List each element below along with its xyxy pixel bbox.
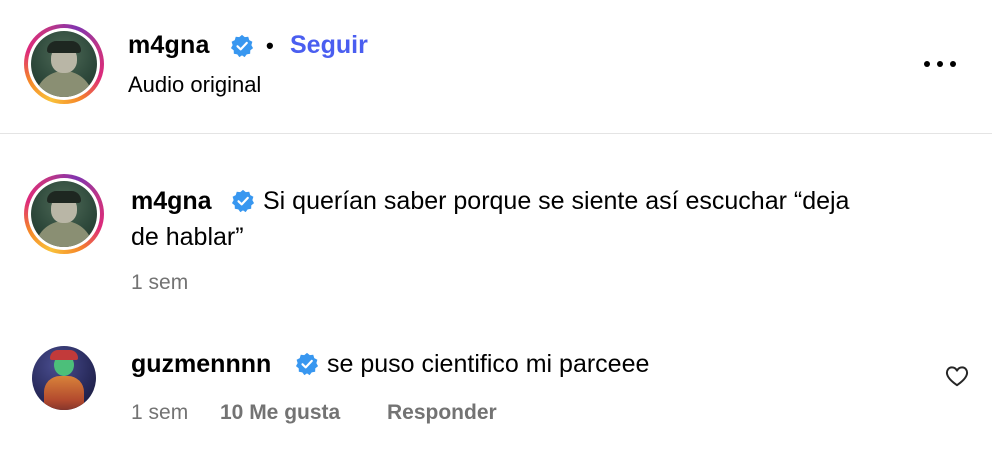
caption-text-line2: de hablar” — [131, 223, 244, 251]
more-options-icon[interactable] — [924, 59, 958, 69]
reply-button[interactable]: Responder — [387, 401, 497, 425]
caption-timestamp[interactable]: 1 sem — [131, 271, 188, 295]
header-separator: • — [266, 33, 274, 58]
commenter-username[interactable]: guzmennnn — [131, 346, 271, 382]
verified-badge-icon — [295, 352, 319, 376]
verified-badge-icon — [230, 34, 254, 58]
comment-timestamp[interactable]: 1 sem — [131, 401, 188, 425]
comment-text: se puso cientifico mi parceee — [327, 350, 650, 378]
commenter-avatar[interactable] — [32, 346, 96, 410]
caption-author-avatar[interactable] — [24, 174, 104, 254]
verified-badge-icon — [231, 189, 255, 213]
header-username[interactable]: m4gna — [128, 31, 210, 60]
author-avatar-photo — [31, 31, 97, 97]
author-avatar[interactable] — [24, 24, 104, 104]
comment-likes-count[interactable]: 10 Me gusta — [220, 401, 340, 425]
heart-icon[interactable] — [945, 365, 969, 387]
caption-author-avatar-photo — [31, 181, 97, 247]
caption-username[interactable]: m4gna — [131, 183, 212, 219]
audio-original-link[interactable]: Audio original — [128, 72, 261, 98]
caption-text-line1: Si querían saber porque se siente así es… — [263, 187, 850, 215]
post-header: m4gna • Seguir Audio original — [0, 0, 992, 134]
follow-button[interactable]: Seguir — [290, 31, 368, 60]
